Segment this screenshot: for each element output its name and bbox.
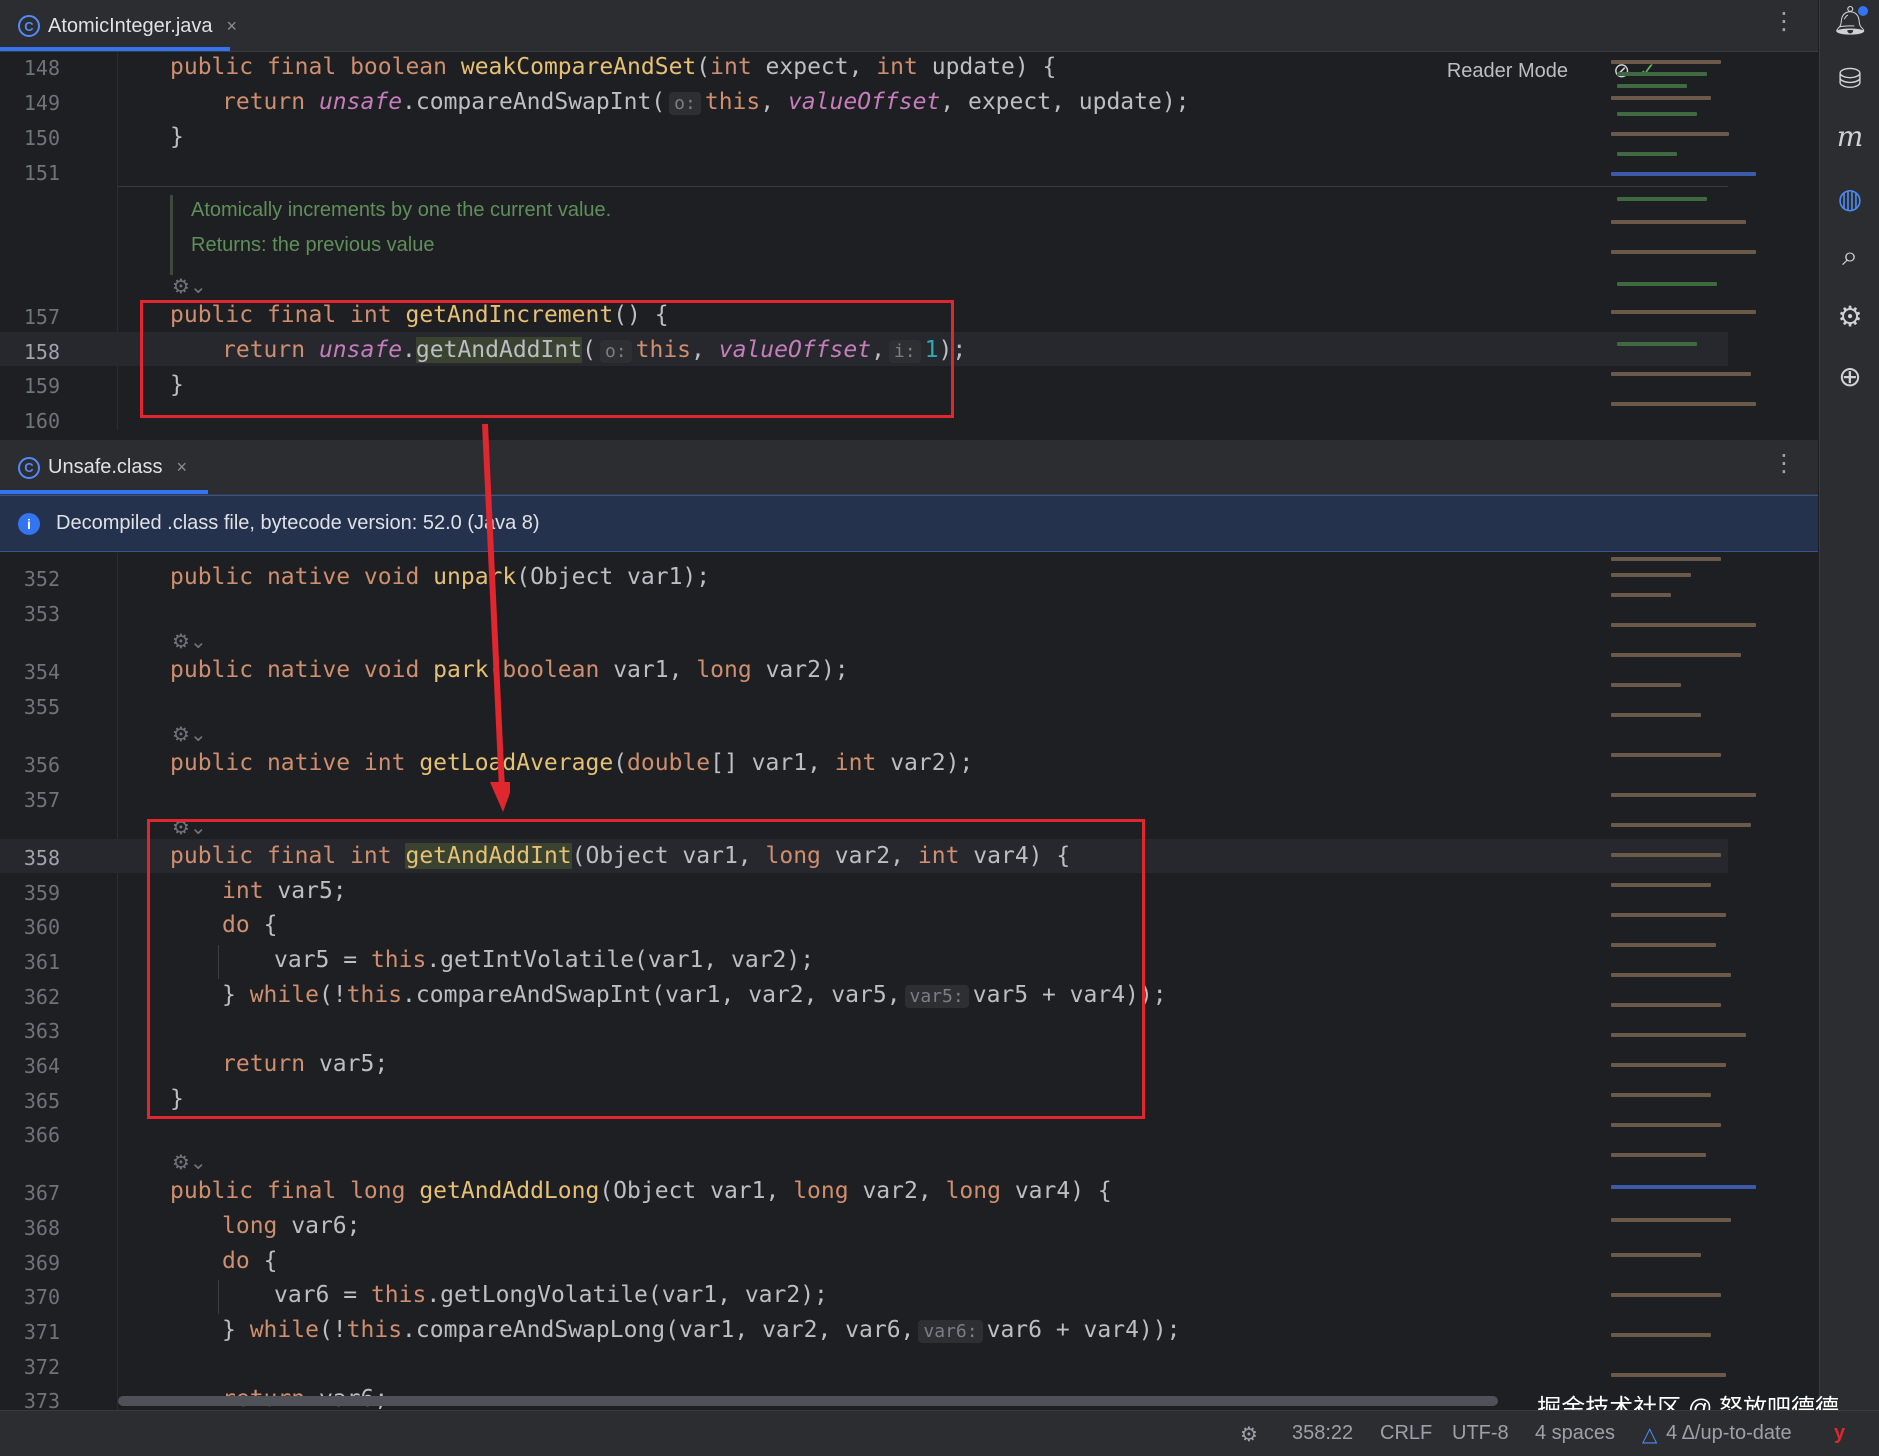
banner-text: Decompiled .class file, bytecode version…: [56, 512, 540, 534]
info-icon: i: [18, 512, 40, 535]
status-bar: ⚙ 358:22 CRLF UTF-8 4 spaces △ 4 Δ/up-to…: [0, 1410, 1879, 1456]
ai-gear-icon[interactable]: ⚙⌄: [172, 629, 207, 654]
code-line-370[interactable]: var6 = this.getLongVolatile(var1, var2);: [274, 1282, 828, 1308]
doc-separator: [118, 186, 1728, 187]
doc-returns: Returns: the previous value: [191, 234, 435, 256]
code-line-150[interactable]: }: [170, 124, 184, 150]
more-options-icon[interactable]: ⋮: [1772, 452, 1796, 476]
line-number: 354: [23, 660, 60, 684]
code-line-149[interactable]: return unsafe.compareAndSwapInt(o: this, …: [222, 89, 1190, 115]
line-number: 373: [23, 1389, 60, 1410]
line-number: 365: [23, 1089, 60, 1113]
top-tab-bar: C AtomicInteger.java × ⋮: [0, 0, 1818, 52]
line-number: 367: [23, 1181, 60, 1205]
line-number: 371: [23, 1320, 60, 1344]
line-number: 362: [23, 985, 60, 1009]
bottom-tab-bar: C Unsafe.class × ⋮: [0, 440, 1818, 495]
arrow-annotation: [482, 423, 510, 812]
line-number: 160: [23, 409, 60, 430]
indent-setting[interactable]: 4 spaces: [1535, 1422, 1615, 1445]
line-number: 369: [23, 1251, 60, 1275]
line-number: 151: [23, 161, 60, 185]
line-number: 356: [23, 753, 60, 777]
bell-icon[interactable]: 🔔︎: [1820, 4, 1879, 37]
horizontal-scrollbar[interactable]: [118, 1396, 1498, 1406]
code-line-148[interactable]: public final boolean weakCompareAndSet(i…: [170, 54, 1056, 80]
line-number: 360: [23, 915, 60, 939]
close-icon[interactable]: ×: [227, 16, 238, 37]
maven-icon[interactable]: m: [1820, 120, 1879, 153]
vcs-icon: △: [1642, 1424, 1658, 1446]
indent-guide: [218, 1280, 219, 1314]
right-tool-strip: 🔔︎ ⛁ m ◍ ⌕ ⚙ ⊕: [1819, 0, 1879, 1410]
notification-dot: [1858, 6, 1868, 16]
line-separator[interactable]: CRLF: [1380, 1422, 1432, 1445]
line-number: 159: [23, 374, 60, 398]
ai-gear-icon[interactable]: ⚙⌄: [172, 722, 207, 747]
line-number: 372: [23, 1355, 60, 1379]
highlight-box-getandaddint: [147, 819, 1145, 1119]
ai-gear-icon[interactable]: ⚙⌄: [172, 274, 207, 299]
line-number: 357: [23, 788, 60, 812]
tab-label: Unsafe.class: [48, 456, 163, 478]
line-number-current: 358: [23, 846, 60, 870]
highlight-box-getandincrement: [140, 300, 954, 418]
code-line-352[interactable]: public native void unpark(Object var1);: [170, 564, 710, 590]
rendered-javadoc: Atomically increments by one the current…: [170, 195, 611, 275]
tab-unsafe[interactable]: C Unsafe.class ×: [0, 440, 205, 495]
reader-mode-toggle[interactable]: Reader Mode: [1447, 60, 1568, 83]
tab-atomicinteger[interactable]: C AtomicInteger.java ×: [0, 0, 255, 52]
line-number: 352: [23, 567, 60, 591]
line-number: 366: [23, 1123, 60, 1147]
active-tab-indicator: [0, 490, 208, 494]
line-number-current: 158: [23, 340, 60, 364]
active-tab-indicator: [0, 47, 230, 51]
plugin-icon[interactable]: ◍: [1820, 182, 1879, 215]
line-number: 353: [23, 602, 60, 626]
code-line-368[interactable]: long var6;: [222, 1213, 361, 1239]
class-icon: C: [18, 15, 40, 37]
line-number: 355: [23, 695, 60, 719]
doc-description: Atomically increments by one the current…: [191, 199, 612, 221]
class-icon: C: [18, 456, 40, 479]
ai-icon[interactable]: ⚙: [1820, 300, 1879, 333]
close-icon[interactable]: ×: [177, 457, 188, 478]
vcs-status[interactable]: 4 Δ/up-to-date: [1666, 1422, 1792, 1445]
minimap-top[interactable]: [1611, 52, 1756, 430]
database-icon[interactable]: ⛁: [1820, 62, 1879, 95]
line-number: 150: [23, 126, 60, 150]
line-number: 149: [23, 91, 60, 115]
line-number: 361: [23, 950, 60, 974]
line-number: 157: [23, 305, 60, 329]
line-number: 359: [23, 881, 60, 905]
file-encoding[interactable]: UTF-8: [1452, 1422, 1509, 1445]
cursor-position[interactable]: 358:22: [1292, 1422, 1353, 1445]
more-options-icon[interactable]: ⋮: [1772, 10, 1796, 34]
ai-gear-icon[interactable]: ⚙⌄: [172, 1150, 207, 1175]
line-number: 148: [23, 56, 60, 80]
globe-icon[interactable]: ⊕: [1820, 360, 1879, 393]
tab-label: AtomicInteger.java: [48, 14, 213, 37]
ai-status-icon[interactable]: ⚙: [1240, 1422, 1258, 1447]
code-line-369[interactable]: do {: [222, 1248, 277, 1274]
code-line-356[interactable]: public native int getLoadAverage(double[…: [170, 750, 973, 776]
decompiled-banner: i Decompiled .class file, bytecode versi…: [0, 495, 1818, 552]
search-icon[interactable]: ⌕: [1820, 240, 1879, 273]
line-number: 363: [23, 1019, 60, 1043]
line-number: 364: [23, 1054, 60, 1078]
line-number: 368: [23, 1216, 60, 1240]
code-line-371[interactable]: } while(!this.compareAndSwapLong(var1, v…: [222, 1317, 1180, 1343]
code-line-367[interactable]: public final long getAndAddLong(Object v…: [170, 1178, 1112, 1204]
minimap-bottom[interactable]: [1611, 553, 1756, 1410]
line-number: 370: [23, 1285, 60, 1309]
app-logo-icon: y: [1834, 1422, 1846, 1444]
